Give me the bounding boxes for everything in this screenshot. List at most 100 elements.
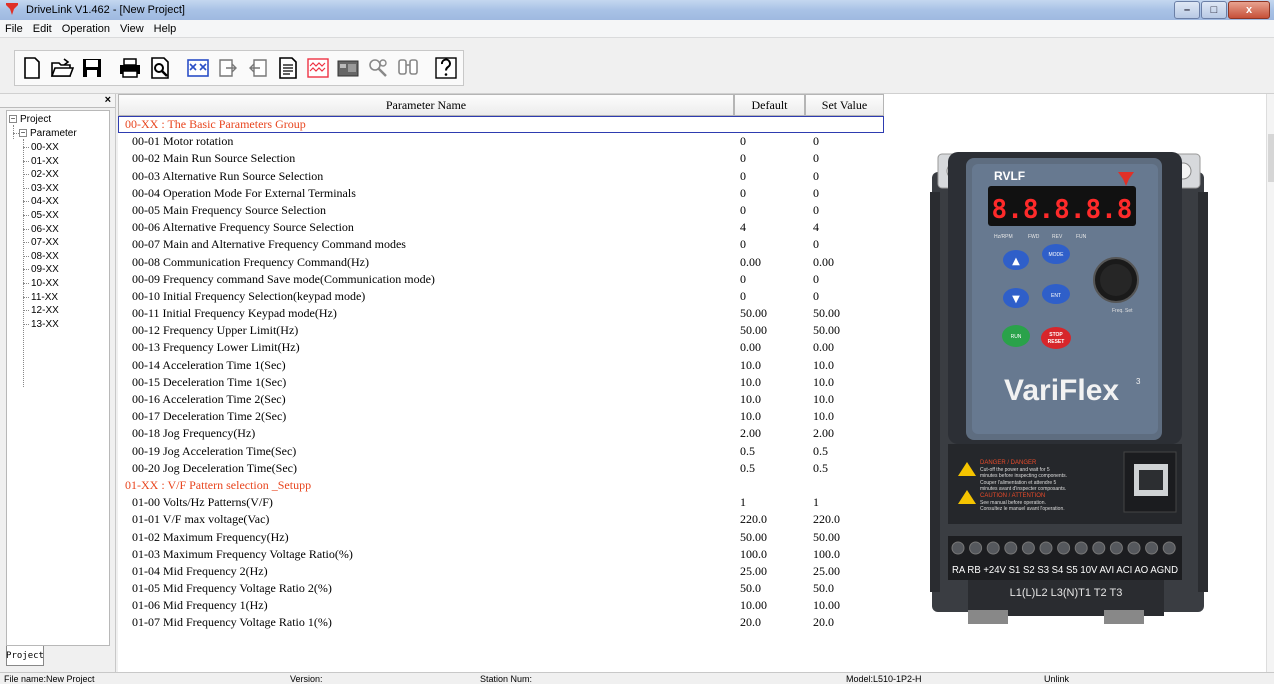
maximize-button[interactable]: □	[1201, 1, 1227, 19]
set-value-cell[interactable]: 0	[805, 133, 884, 150]
table-row[interactable]: 00-12 Frequency Upper Limit(Hz) 50.00 50.0…	[118, 322, 884, 339]
set-value-cell[interactable]: 0.00	[805, 254, 884, 271]
set-value-cell[interactable]: 0	[805, 168, 884, 185]
set-value-cell[interactable]: 4	[805, 219, 884, 236]
header-default[interactable]: Default	[734, 94, 805, 116]
set-value-cell[interactable]	[805, 477, 884, 494]
set-value-cell[interactable]: 50.00	[805, 322, 884, 339]
menu-help[interactable]: Help	[149, 23, 182, 35]
set-value-cell[interactable]: 0	[805, 202, 884, 219]
table-row[interactable]: 00-02 Main Run Source Selection 0 0	[118, 150, 884, 167]
tree-item-09-xx[interactable]: 09-XX	[31, 263, 59, 276]
set-value-cell[interactable]: 100.0	[805, 546, 884, 563]
table-row[interactable]: 00-20 Jog Deceleration Time(Sec) 0.5 0.5	[118, 460, 884, 477]
tree-item-parameter[interactable]: − Parameter	[19, 127, 77, 140]
tree-item-project[interactable]: − Project	[9, 113, 51, 126]
table-row[interactable]: 00-17 Deceleration Time 2(Sec) 10.0 10.0	[118, 408, 884, 425]
tree-item-03-xx[interactable]: 03-XX	[31, 182, 59, 195]
table-row[interactable]: 00-04 Operation Mode For External Termin…	[118, 185, 884, 202]
scroll-thumb[interactable]	[1268, 134, 1274, 182]
tree-item-08-xx[interactable]: 08-XX	[31, 250, 59, 263]
status-icon[interactable]	[335, 55, 361, 81]
set-value-cell[interactable]: 1	[805, 494, 884, 511]
set-value-cell[interactable]: 0	[805, 236, 884, 253]
vertical-scrollbar[interactable]	[1266, 94, 1274, 672]
save-icon[interactable]	[79, 55, 105, 81]
new-icon[interactable]	[19, 55, 45, 81]
table-row[interactable]: 00-15 Deceleration Time 1(Sec) 10.0 10.0	[118, 374, 884, 391]
table-row[interactable]: 01-05 Mid Frequency Voltage Ratio 2(%) 50…	[118, 580, 884, 597]
tree-item-04-xx[interactable]: 04-XX	[31, 195, 59, 208]
set-value-cell[interactable]: 0.00	[805, 339, 884, 356]
table-row[interactable]: 01-01 V/F max voltage(Vac) 220.0 220.0	[118, 511, 884, 528]
menu-edit[interactable]: Edit	[28, 23, 57, 35]
tree-item-06-xx[interactable]: 06-XX	[31, 223, 59, 236]
tab-project[interactable]: Project	[6, 646, 44, 666]
sheet-icon[interactable]	[275, 55, 301, 81]
set-value-cell[interactable]: 10.0	[805, 374, 884, 391]
tree-item-00-xx[interactable]: 00-XX	[31, 141, 59, 154]
menu-operation[interactable]: Operation	[57, 23, 115, 35]
table-row[interactable]: 00-05 Main Frequency Source Selection 0 0	[118, 202, 884, 219]
tree-item-10-xx[interactable]: 10-XX	[31, 277, 59, 290]
table-row[interactable]: 00-06 Alternative Frequency Source Selec…	[118, 219, 884, 236]
panel-close-icon[interactable]: ×	[105, 94, 111, 106]
table-row[interactable]: 00-08 Communication Frequency Command(Hz…	[118, 254, 884, 271]
table-row[interactable]: 00-03 Alternative Run Source Selection 0 0	[118, 168, 884, 185]
set-value-cell[interactable]: 10.0	[805, 391, 884, 408]
set-value-cell[interactable]	[805, 116, 884, 133]
table-row[interactable]: 00-19 Jog Acceleration Time(Sec) 0.5 0.5	[118, 443, 884, 460]
compare-icon[interactable]	[185, 55, 211, 81]
set-value-cell[interactable]: 50.0	[805, 580, 884, 597]
menu-view[interactable]: View	[115, 23, 149, 35]
group-header-row[interactable]: 00-XX : The Basic Parameters Group	[118, 116, 884, 134]
header-parameter-name[interactable]: Parameter Name	[118, 94, 734, 116]
table-row[interactable]: 01-04 Mid Frequency 2(Hz) 25.00 25.00	[118, 563, 884, 580]
tree-item-13-xx[interactable]: 13-XX	[31, 318, 59, 331]
tree-item-07-xx[interactable]: 07-XX	[31, 236, 59, 249]
table-row[interactable]: 01-03 Maximum Frequency Voltage Ratio(%)…	[118, 546, 884, 563]
table-row[interactable]: 00-01 Motor rotation 0 0	[118, 133, 884, 150]
set-value-cell[interactable]: 10.00	[805, 597, 884, 614]
set-value-cell[interactable]: 10.0	[805, 357, 884, 374]
set-value-cell[interactable]: 50.00	[805, 305, 884, 322]
help-icon[interactable]	[433, 55, 459, 81]
search-icon[interactable]	[395, 55, 421, 81]
table-row[interactable]: 00-14 Acceleration Time 1(Sec) 10.0 10.0	[118, 357, 884, 374]
open-icon[interactable]	[49, 55, 75, 81]
table-row[interactable]: 00-18 Jog Frequency(Hz) 2.00 2.00	[118, 425, 884, 442]
download-icon[interactable]	[245, 55, 271, 81]
tree-item-01-xx[interactable]: 01-XX	[31, 155, 59, 168]
minimize-button[interactable]: –	[1174, 1, 1200, 19]
monitor-icon[interactable]	[305, 55, 331, 81]
close-button[interactable]: x	[1228, 1, 1270, 19]
table-row[interactable]: 00-10 Initial Frequency Selection(keypad…	[118, 288, 884, 305]
tree-item-02-xx[interactable]: 02-XX	[31, 168, 59, 181]
set-value-cell[interactable]: 10.0	[805, 408, 884, 425]
table-row[interactable]: 00-07 Main and Alternative Frequency Com…	[118, 236, 884, 253]
menu-file[interactable]: File	[0, 23, 28, 35]
tools-icon[interactable]	[365, 55, 391, 81]
set-value-cell[interactable]: 20.0	[805, 614, 884, 631]
set-value-cell[interactable]: 0.5	[805, 460, 884, 477]
tree-item-11-xx[interactable]: 11-XX	[31, 291, 58, 304]
table-row[interactable]: 00-16 Acceleration Time 2(Sec) 10.0 10.0	[118, 391, 884, 408]
set-value-cell[interactable]: 0	[805, 185, 884, 202]
set-value-cell[interactable]: 0	[805, 288, 884, 305]
table-row[interactable]: 00-13 Frequency Lower Limit(Hz) 0.00 0.00	[118, 339, 884, 356]
table-row[interactable]: 00-11 Initial Frequency Keypad mode(Hz) 5…	[118, 305, 884, 322]
set-value-cell[interactable]: 220.0	[805, 511, 884, 528]
upload-icon[interactable]	[215, 55, 241, 81]
tree-item-05-xx[interactable]: 05-XX	[31, 209, 59, 222]
table-row[interactable]: 01-02 Maximum Frequency(Hz) 50.00 50.00	[118, 529, 884, 546]
collapse-icon[interactable]: −	[9, 115, 17, 123]
set-value-cell[interactable]: 25.00	[805, 563, 884, 580]
set-value-cell[interactable]: 2.00	[805, 425, 884, 442]
header-set-value[interactable]: Set Value	[805, 94, 884, 116]
print-icon[interactable]	[117, 55, 143, 81]
set-value-cell[interactable]: 0	[805, 271, 884, 288]
print-preview-icon[interactable]	[147, 55, 173, 81]
table-row[interactable]: 01-00 Volts/Hz Patterns(V/F) 1 1	[118, 494, 884, 511]
table-row[interactable]: 01-07 Mid Frequency Voltage Ratio 1(%) 20…	[118, 614, 884, 631]
set-value-cell[interactable]: 0	[805, 150, 884, 167]
